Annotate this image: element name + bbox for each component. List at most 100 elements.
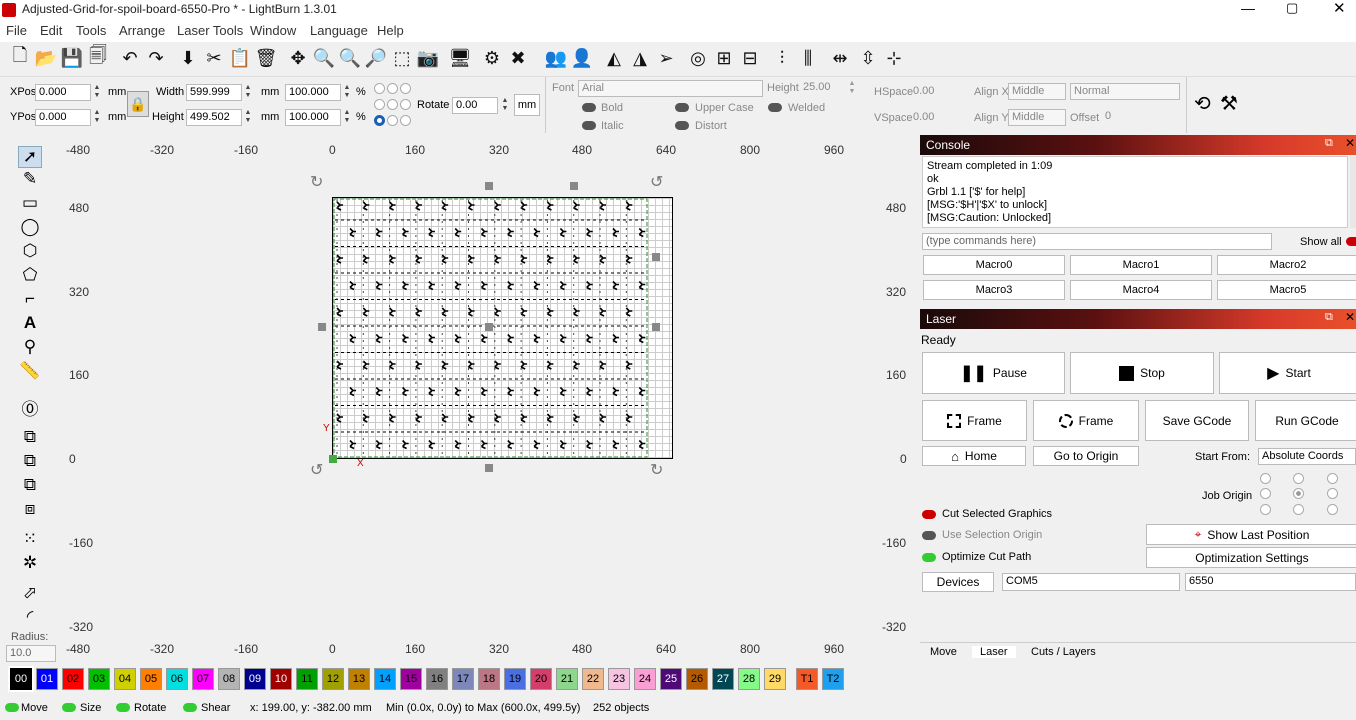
convert-to-path-icon[interactable]: ⬀ xyxy=(18,582,42,604)
align-y-select[interactable]: Middle xyxy=(1008,109,1066,126)
layer-swatch-13[interactable]: 13 xyxy=(348,668,370,690)
boolean-intersect-icon[interactable]: ⧈ xyxy=(18,498,42,520)
frame-rect-button[interactable]: Frame xyxy=(922,400,1027,441)
optimization-settings-button[interactable]: Optimization Settings xyxy=(1146,547,1356,568)
tools-icon[interactable]: ✖ xyxy=(506,45,530,71)
font-select[interactable]: Arial xyxy=(578,80,763,97)
zoom-selection-icon[interactable]: ⬚ xyxy=(390,45,414,71)
paste-icon[interactable]: 📋 xyxy=(228,45,252,71)
tab-laser[interactable]: Laser xyxy=(972,646,1016,658)
job-origin-grid[interactable] xyxy=(1260,472,1340,518)
layer-swatch-05[interactable]: 05 xyxy=(140,668,162,690)
close-icon[interactable]: ✕ xyxy=(1333,0,1346,17)
flip-horizontal-icon[interactable]: ◭ xyxy=(602,45,626,71)
stop-button[interactable]: Stop xyxy=(1070,352,1214,394)
edit-nodes-icon[interactable]: ⌐ xyxy=(18,288,42,310)
maximize-icon[interactable]: ▢ xyxy=(1286,0,1298,16)
pan-icon[interactable]: ✥ xyxy=(286,45,310,71)
group-icon[interactable]: 👥 xyxy=(544,45,568,71)
tab-move[interactable]: Move xyxy=(930,646,957,658)
bold-toggle[interactable] xyxy=(582,103,596,112)
float-panel-icon[interactable]: ⧉ xyxy=(1325,137,1333,150)
home-button[interactable]: ⌂ Home xyxy=(922,446,1026,466)
pen-tool-icon[interactable]: ✎ xyxy=(18,168,42,190)
layer-swatch-29[interactable]: 29 xyxy=(764,668,786,690)
ypos-input[interactable]: 0.000 xyxy=(35,109,91,126)
workspace-bed[interactable] xyxy=(332,197,673,459)
layer-swatch-03[interactable]: 03 xyxy=(88,668,110,690)
height-percent-input[interactable]: 100.000 xyxy=(285,109,341,126)
layer-swatch-17[interactable]: 17 xyxy=(452,668,474,690)
layer-swatch-01[interactable]: 01 xyxy=(36,668,58,690)
layer-swatch-20[interactable]: 20 xyxy=(530,668,552,690)
resize-handle[interactable] xyxy=(570,182,578,190)
radius-input[interactable]: 10.0 xyxy=(6,645,56,662)
layer-swatch-15[interactable]: 15 xyxy=(400,668,422,690)
ungroup-icon[interactable]: 👤 xyxy=(570,45,594,71)
save-gcode-button[interactable]: Save GCode xyxy=(1145,400,1249,441)
delete-icon[interactable]: 🗑 xyxy=(254,45,278,71)
move-together-icon[interactable]: ⊹ xyxy=(882,45,906,71)
layer-swatch-25[interactable]: 25 xyxy=(660,668,682,690)
rectangle-tool-icon[interactable]: ▭ xyxy=(18,192,42,214)
width-input[interactable]: 599.999 xyxy=(186,84,242,101)
resize-handle[interactable] xyxy=(485,464,493,472)
show-last-position-button[interactable]: ⌖ Show Last Position xyxy=(1146,524,1356,545)
zoom-fit-icon[interactable]: 🔍 xyxy=(338,45,362,71)
layer-swatch-23[interactable]: 23 xyxy=(608,668,630,690)
offset-input[interactable]: 0 xyxy=(1102,109,1180,126)
ypos-spinner[interactable]: ▲ ▼ xyxy=(92,109,102,126)
menu-help[interactable]: Help xyxy=(377,23,404,38)
italic-toggle[interactable] xyxy=(582,121,596,130)
rotate-toggle[interactable] xyxy=(116,703,130,712)
resize-handle[interactable] xyxy=(652,323,660,331)
measure-icon[interactable]: 📏 xyxy=(18,360,42,382)
circular-array-icon[interactable]: ✲ xyxy=(18,552,42,574)
layer-swatch-21[interactable]: 21 xyxy=(556,668,578,690)
font-height-input[interactable]: 25.00 xyxy=(800,80,845,97)
console-command-input[interactable]: (type commands here) xyxy=(922,233,1272,250)
start-button[interactable]: ▶ Start xyxy=(1219,352,1356,394)
vspace-input[interactable]: 0.00 xyxy=(910,110,958,127)
minimize-icon[interactable]: — xyxy=(1241,0,1255,16)
units-mm-button[interactable]: mm xyxy=(514,94,540,116)
layer-swatch-06[interactable]: 06 xyxy=(166,668,188,690)
rotate-handle-icon[interactable]: ↻ xyxy=(650,460,663,480)
shape-tool-icon[interactable]: ⬠ xyxy=(18,264,42,286)
frame-circle-button[interactable]: Frame xyxy=(1033,400,1139,441)
rotate-handle-icon[interactable]: ↻ xyxy=(310,172,323,192)
use-selection-origin-toggle[interactable] xyxy=(922,531,936,540)
redo-icon[interactable]: ↷ xyxy=(144,45,168,71)
layer-swatch-28[interactable]: 28 xyxy=(738,668,760,690)
layer-swatch-T2[interactable]: T2 xyxy=(822,668,844,690)
center-handle[interactable] xyxy=(485,323,493,331)
spoilboard-grid-design[interactable] xyxy=(333,198,674,460)
layer-swatch-11[interactable]: 11 xyxy=(296,668,318,690)
layer-swatch-00[interactable]: 00 xyxy=(8,666,34,692)
pause-button[interactable]: ❚❚ Pause xyxy=(922,352,1065,394)
ellipse-tool-icon[interactable]: ◯ xyxy=(18,216,42,238)
height-spinner[interactable]: ▲ ▼ xyxy=(243,109,253,126)
macro2-button[interactable]: Macro2 xyxy=(1217,255,1356,275)
save-as-icon[interactable]: 🗐 xyxy=(86,45,110,71)
boolean-icon[interactable]: ⟲ xyxy=(1194,91,1211,116)
distort-toggle[interactable] xyxy=(675,121,689,130)
save-icon[interactable]: 💾 xyxy=(60,45,84,71)
upper-case-toggle[interactable] xyxy=(675,103,689,112)
menu-file[interactable]: File xyxy=(6,23,27,38)
devices-button[interactable]: Devices xyxy=(922,572,994,592)
cut-icon[interactable]: ✂ xyxy=(202,45,226,71)
start-from-select[interactable]: Absolute Coords xyxy=(1258,448,1356,465)
layer-swatch-22[interactable]: 22 xyxy=(582,668,604,690)
resize-handle[interactable] xyxy=(652,253,660,261)
run-gcode-button[interactable]: Run GCode xyxy=(1255,400,1356,441)
distribute-h-icon[interactable]: ⫶ xyxy=(770,45,794,71)
import-icon[interactable]: ⬇ xyxy=(176,45,200,71)
menu-laser-tools[interactable]: Laser Tools xyxy=(177,23,243,38)
menu-arrange[interactable]: Arrange xyxy=(119,23,165,38)
text-mode-select[interactable]: Normal xyxy=(1070,83,1180,100)
macro4-button[interactable]: Macro4 xyxy=(1070,280,1212,300)
new-file-icon[interactable]: 🗋 xyxy=(8,45,32,71)
offset-tool-icon[interactable]: ⓪ xyxy=(18,396,42,419)
select-tool-icon[interactable]: ➚ xyxy=(18,146,42,168)
